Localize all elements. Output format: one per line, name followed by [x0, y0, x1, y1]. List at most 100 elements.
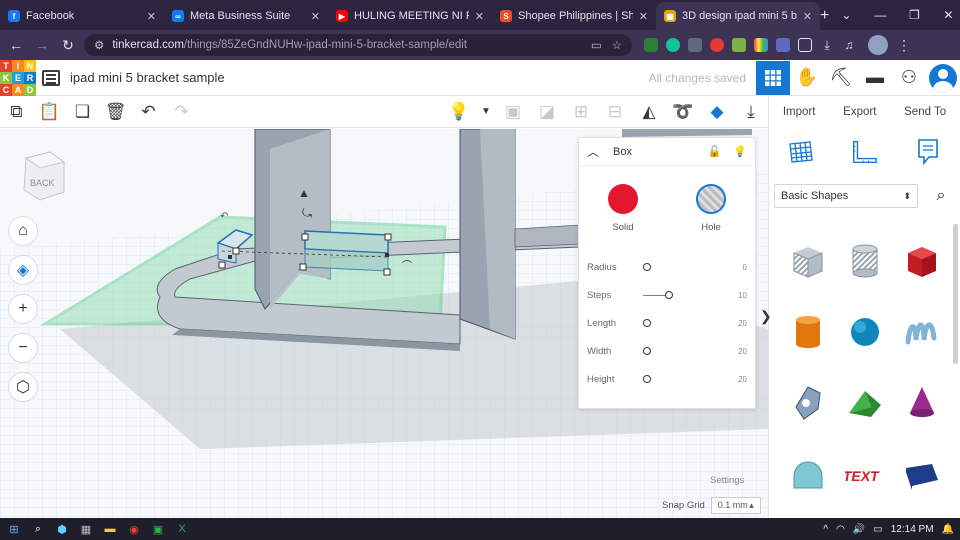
back-icon[interactable]: ←	[6, 35, 26, 55]
extension-download-icon[interactable]	[644, 38, 658, 52]
drop-to-plane-icon[interactable]: ⤓	[734, 96, 768, 128]
bookmark-star-icon[interactable]: ☆	[612, 38, 622, 52]
browser-tab[interactable]: S Shopee Philippines | Shop O ✕	[492, 2, 656, 30]
hole-swatch[interactable]	[696, 184, 726, 214]
collapse-chevron-icon[interactable]: ︿	[587, 143, 605, 160]
sim-lab-button[interactable]: ⛏	[824, 61, 858, 95]
close-window-button[interactable]: ✕	[931, 8, 960, 22]
mirror-icon[interactable]: ◭	[632, 96, 666, 128]
new-tab-button[interactable]: +	[820, 2, 829, 30]
extension-colors-icon[interactable]	[754, 38, 768, 52]
battery-icon[interactable]: ▭	[873, 524, 882, 535]
lock-icon[interactable]: 🔓	[708, 145, 722, 158]
tab-close-icon[interactable]: ✕	[147, 10, 156, 23]
rotate-handle-right-icon[interactable]: ⌒	[402, 260, 412, 272]
tab-close-icon[interactable]: ✕	[311, 10, 320, 23]
shape-sphere[interactable]	[836, 299, 893, 370]
ungroup-icon[interactable]: ◪	[530, 96, 564, 128]
property-slider[interactable]	[643, 263, 723, 271]
property-value[interactable]: 20	[723, 319, 747, 328]
delete-icon[interactable]: 🗑	[99, 96, 132, 128]
extension-pokeball-icon[interactable]	[710, 38, 724, 52]
settings-link[interactable]: Settings	[710, 475, 744, 486]
align-icon[interactable]: ⊞	[564, 96, 598, 128]
slider-knob[interactable]	[665, 291, 674, 299]
spreadsheet-icon[interactable]: ▣	[150, 521, 166, 537]
browser-menu-icon[interactable]: ⋮	[894, 35, 914, 55]
group-icon[interactable]: ▣	[496, 96, 530, 128]
cruise-icon[interactable]: ➰	[666, 96, 700, 128]
home-view-button[interactable]: ⌂	[8, 216, 38, 246]
slider-knob[interactable]	[643, 319, 651, 327]
property-slider[interactable]	[643, 291, 723, 299]
duplicate-icon[interactable]: ❏	[66, 96, 99, 128]
tab-close-icon[interactable]: ✕	[475, 10, 484, 23]
shape-cone[interactable]	[893, 370, 950, 441]
excel-icon[interactable]: X	[174, 521, 190, 537]
property-value[interactable]: 10	[723, 291, 747, 300]
hole-option[interactable]: Hole	[696, 184, 726, 233]
blocks-view-button[interactable]: ✋	[790, 61, 824, 95]
bricks-view-button[interactable]: ▬	[858, 61, 892, 95]
install-app-icon[interactable]: ▭	[591, 38, 602, 52]
undo-icon[interactable]: ↶	[132, 96, 165, 128]
property-value[interactable]: 20	[723, 375, 747, 384]
property-slider[interactable]	[643, 375, 723, 383]
copilot-icon[interactable]: ⬢	[54, 521, 70, 537]
ruler-tool-icon[interactable]	[850, 138, 878, 166]
tab-search-icon[interactable]: ⌄	[829, 8, 863, 22]
shape-cylinder-hole[interactable]	[836, 228, 893, 299]
clock[interactable]: 12:14 PM	[891, 524, 934, 535]
shape-box-hole[interactable]	[779, 228, 836, 299]
lift-arrow-icon[interactable]: ▲	[298, 186, 310, 200]
notification-icon[interactable]: 🔔	[942, 524, 954, 535]
solid-color-swatch[interactable]	[608, 184, 638, 214]
tray-chevron-icon[interactable]: ^	[823, 524, 828, 535]
rotate-arrow-icon[interactable]: ⤿	[302, 206, 312, 220]
extension-gear-icon[interactable]	[776, 38, 790, 52]
slider-knob[interactable]	[643, 375, 651, 383]
volume-icon[interactable]: 🔊	[853, 524, 865, 535]
workplane-tool-icon[interactable]	[787, 138, 815, 166]
tab-close-icon[interactable]: ✕	[639, 10, 648, 23]
extensions-puzzle-icon[interactable]	[798, 38, 812, 52]
extension-tools-icon[interactable]	[732, 38, 746, 52]
slider-knob[interactable]	[643, 263, 651, 271]
view-cube[interactable]: BACK	[20, 150, 66, 202]
user-avatar[interactable]	[929, 63, 957, 92]
shape-wedge[interactable]	[893, 441, 950, 512]
extension-screen-icon[interactable]	[688, 38, 702, 52]
windows-start-icon[interactable]: ⊞	[6, 521, 22, 537]
export-button[interactable]: Export	[839, 102, 880, 122]
file-explorer-icon[interactable]: ▬	[102, 521, 118, 537]
panel-collapse-chevron-icon[interactable]: ❯	[760, 308, 772, 325]
paste-icon[interactable]: 📋	[33, 96, 66, 128]
browser-tab[interactable]: ▶ HULING MEETING NI RO ✕	[328, 2, 492, 30]
shape-cylinder[interactable]	[779, 299, 836, 370]
media-icon[interactable]: ♫	[842, 38, 856, 52]
light-bulb-icon[interactable]: 💡	[442, 96, 476, 128]
zoom-out-button[interactable]: −	[8, 333, 38, 363]
perspective-button[interactable]: ⬡	[8, 372, 38, 402]
invite-user-button[interactable]: ⚇	[892, 61, 926, 95]
tinkercad-logo[interactable]: TINKERCAD	[0, 59, 36, 96]
property-value[interactable]: 0	[723, 263, 747, 272]
zoom-in-button[interactable]: +	[8, 294, 38, 324]
designs-list-icon[interactable]	[42, 69, 60, 86]
chrome-icon[interactable]: ◉	[126, 521, 142, 537]
copy-icon[interactable]: ⧉	[0, 96, 33, 128]
shape-text[interactable]: TEXT	[836, 441, 893, 512]
send-to-button[interactable]: Send To	[900, 102, 950, 122]
shape-scribble[interactable]	[893, 299, 950, 370]
tab-close-icon[interactable]: ✕	[803, 10, 812, 23]
flip-icon[interactable]: ⊟	[598, 96, 632, 128]
property-slider[interactable]	[643, 319, 723, 327]
shape-round-roof[interactable]	[779, 441, 836, 512]
wifi-icon[interactable]: ◠	[836, 524, 845, 535]
solid-option[interactable]: Solid	[608, 184, 638, 233]
browser-tab[interactable]: f Facebook ✕	[0, 2, 164, 30]
search-icon[interactable]: ⌕	[30, 521, 46, 537]
url-omnibox[interactable]: ⚙ tinkercad.com/things/85ZeGndNUHw-ipad-…	[84, 34, 632, 56]
browser-tab[interactable]: ∞ Meta Business Suite ✕	[164, 2, 328, 30]
slider-knob[interactable]	[643, 347, 651, 355]
